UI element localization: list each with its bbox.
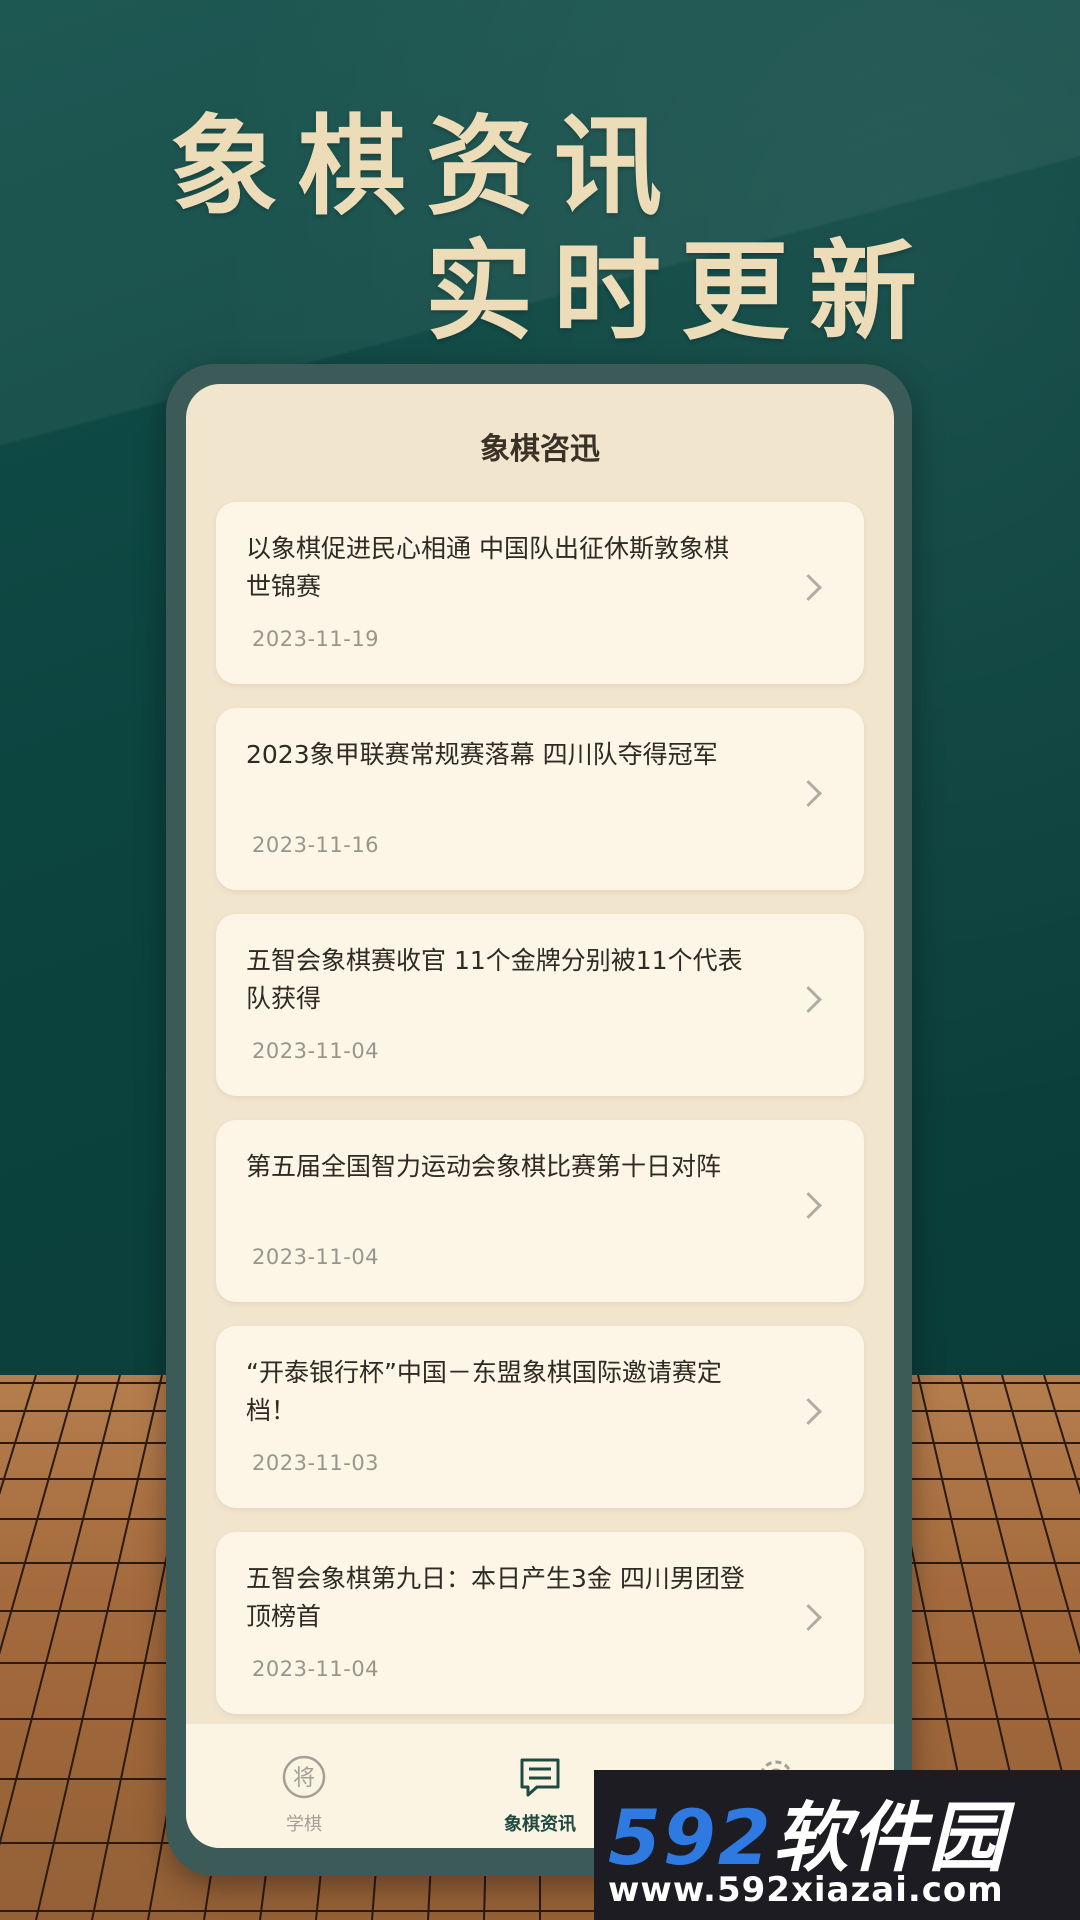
news-chat-icon (520, 1758, 560, 1797)
chevron-right-icon (795, 574, 822, 601)
board-line (0, 1375, 121, 1847)
tab-learn-label: 学棋 (286, 1814, 322, 1835)
page-title: 象棋咨迅 (480, 432, 600, 467)
news-title: 第五届全国智力运动会象棋比赛第十日对阵 (246, 1152, 722, 1181)
chevron-right-icon (795, 986, 822, 1013)
news-title: 五智会象棋赛收官 11个金牌分别被11个代表队获得 (246, 946, 743, 1013)
news-card[interactable]: 第五届全国智力运动会象棋比赛第十日对阵 2023-11-04 (216, 1120, 864, 1302)
news-card[interactable]: “开泰银行杯”中国－东盟象棋国际邀请赛定档！ 2023-11-03 (216, 1326, 864, 1508)
news-date: 2023-11-04 (252, 1245, 380, 1269)
board-line (0, 1375, 37, 1496)
news-card[interactable]: 五智会象棋赛收官 11个金牌分别被11个代表队获得 2023-11-04 (216, 914, 864, 1096)
chevron-right-icon (795, 780, 822, 807)
watermark-592-logo: 592软件园 www.592xiazai.com (594, 1770, 1080, 1920)
news-title: 以象棋促进民心相通 中国队出征休斯敦象棋世锦赛 (246, 534, 729, 601)
svg-text:将: 将 (293, 1766, 315, 1791)
headline-line-2: 实时更新 (425, 229, 938, 355)
news-title: 五智会象棋第九日：本日产生3金 四川男团登顶榜首 (246, 1564, 745, 1631)
news-date: 2023-11-19 (252, 627, 380, 651)
news-date: 2023-11-04 (252, 1657, 380, 1681)
chevron-right-icon (795, 1192, 822, 1219)
tab-learn[interactable]: 将 学棋 (186, 1724, 422, 1848)
news-title: “开泰银行杯”中国－东盟象棋国际邀请赛定档！ (246, 1358, 722, 1425)
watermark-brand-text: 软件园 (772, 1793, 1007, 1882)
news-card[interactable]: 2023象甲联赛常规赛落幕 四川队夺得冠军 2023-11-16 (216, 708, 864, 890)
phone-screen: 象棋咨迅 以象棋促进民心相通 中国队出征休斯敦象棋世锦赛 2023-11-19 … (186, 384, 894, 1848)
news-card[interactable]: 以象棋促进民心相通 中国队出征休斯敦象棋世锦赛 2023-11-19 (216, 502, 864, 684)
news-card[interactable]: 五智会象棋第九日：本日产生3金 四川男团登顶榜首 2023-11-04 (216, 1532, 864, 1714)
news-date: 2023-11-04 (252, 1039, 380, 1063)
watermark-url: www.592xiazai.com (608, 1870, 1004, 1910)
news-date: 2023-11-03 (252, 1451, 380, 1475)
chevron-right-icon (795, 1604, 822, 1631)
jiang-piece-icon: 将 (282, 1755, 326, 1799)
watermark-brand-number: 592 (608, 1793, 773, 1882)
news-title: 2023象甲联赛常规赛落幕 四川队夺得冠军 (246, 740, 718, 769)
news-date: 2023-11-16 (252, 833, 380, 857)
chevron-right-icon (795, 1398, 822, 1425)
